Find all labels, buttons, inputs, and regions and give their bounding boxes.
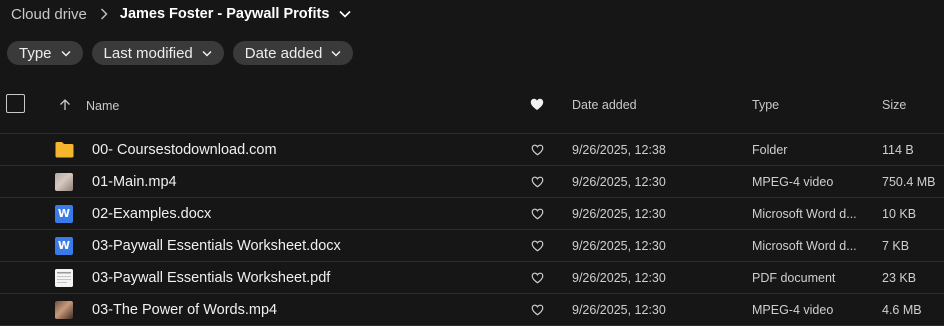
file-type: Microsoft Word d... [752, 207, 857, 221]
word-doc-icon: W [55, 205, 73, 223]
breadcrumb-current-folder[interactable]: James Foster - Paywall Profits [120, 6, 330, 22]
filter-last-modified[interactable]: Last modified [91, 41, 224, 65]
file-name: 01-Main.mp4 [92, 174, 177, 190]
file-name: 03-Paywall Essentials Worksheet.docx [92, 238, 341, 254]
heart-outline-icon[interactable] [531, 239, 544, 257]
filter-label: Date added [244, 44, 323, 62]
file-date-added: 9/26/2025, 12:30 [572, 207, 666, 221]
file-size: 114 B [882, 143, 914, 157]
table-row[interactable]: 03-The Power of Words.mp4 9/26/2025, 12:… [0, 294, 944, 326]
breadcrumb: Cloud drive James Foster - Paywall Profi… [11, 5, 351, 23]
file-size: 7 KB [882, 239, 910, 253]
heart-outline-icon[interactable] [531, 207, 544, 225]
video-thumbnail-icon [55, 173, 73, 191]
filter-type[interactable]: Type [7, 41, 83, 65]
file-date-added: 9/26/2025, 12:30 [572, 239, 666, 253]
chevron-down-icon [61, 50, 71, 57]
file-name: 02-Examples.docx [92, 206, 212, 222]
table-row[interactable]: W 03-Paywall Essentials Worksheet.docx 9… [0, 230, 944, 262]
filter-label: Last modified [103, 44, 193, 62]
file-type: Folder [752, 143, 788, 157]
breadcrumb-root-link[interactable]: Cloud drive [11, 6, 87, 23]
table-row[interactable]: W 02-Examples.docx 9/26/2025, 12:30 Micr… [0, 198, 944, 230]
file-size: 23 KB [882, 271, 917, 285]
file-type: PDF document [752, 271, 836, 285]
table-header: Name Date added Type Size [0, 90, 944, 134]
table-row[interactable]: 00- Coursestodownload.com 9/26/2025, 12:… [0, 134, 944, 166]
chevron-down-icon[interactable] [339, 10, 351, 18]
file-name: 03-Paywall Essentials Worksheet.pdf [92, 270, 331, 286]
file-list: 00- Coursestodownload.com 9/26/2025, 12:… [0, 134, 944, 326]
chevron-down-icon [331, 50, 341, 57]
file-size: 750.4 MB [882, 175, 936, 189]
file-date-added: 9/26/2025, 12:30 [572, 271, 666, 285]
folder-icon [55, 141, 74, 159]
heart-outline-icon[interactable] [531, 175, 544, 193]
select-all-checkbox[interactable] [6, 94, 25, 113]
file-type: MPEG-4 video [752, 175, 834, 189]
column-header-name[interactable]: Name [86, 99, 119, 113]
file-date-added: 9/26/2025, 12:38 [572, 143, 666, 157]
file-size: 4.6 MB [882, 303, 922, 317]
column-header-date-added[interactable]: Date added [572, 98, 637, 112]
pdf-doc-icon [55, 269, 73, 287]
file-type: Microsoft Word d... [752, 239, 857, 253]
column-header-type[interactable]: Type [752, 98, 779, 112]
chevron-right-icon [100, 8, 108, 20]
filter-date-added[interactable]: Date added [232, 41, 354, 65]
file-size: 10 KB [882, 207, 917, 221]
video-thumbnail-icon [55, 301, 73, 319]
table-row[interactable]: 01-Main.mp4 9/26/2025, 12:30 MPEG-4 vide… [0, 166, 944, 198]
heart-outline-icon[interactable] [531, 271, 544, 289]
file-date-added: 9/26/2025, 12:30 [572, 303, 666, 317]
table-row[interactable]: 03-Paywall Essentials Worksheet.pdf 9/26… [0, 262, 944, 294]
file-type: MPEG-4 video [752, 303, 834, 317]
heart-filled-icon[interactable] [530, 98, 544, 114]
sort-arrow-up-icon[interactable] [59, 98, 71, 114]
word-doc-icon: W [55, 237, 73, 255]
filter-bar: Type Last modified Date added [7, 41, 354, 65]
file-name: 03-The Power of Words.mp4 [92, 302, 278, 318]
filter-label: Type [19, 44, 52, 62]
file-date-added: 9/26/2025, 12:30 [572, 175, 666, 189]
heart-outline-icon[interactable] [531, 303, 544, 321]
column-header-size[interactable]: Size [882, 98, 906, 112]
chevron-down-icon [202, 50, 212, 57]
file-name: 00- Coursestodownload.com [92, 142, 277, 158]
heart-outline-icon[interactable] [531, 143, 544, 161]
